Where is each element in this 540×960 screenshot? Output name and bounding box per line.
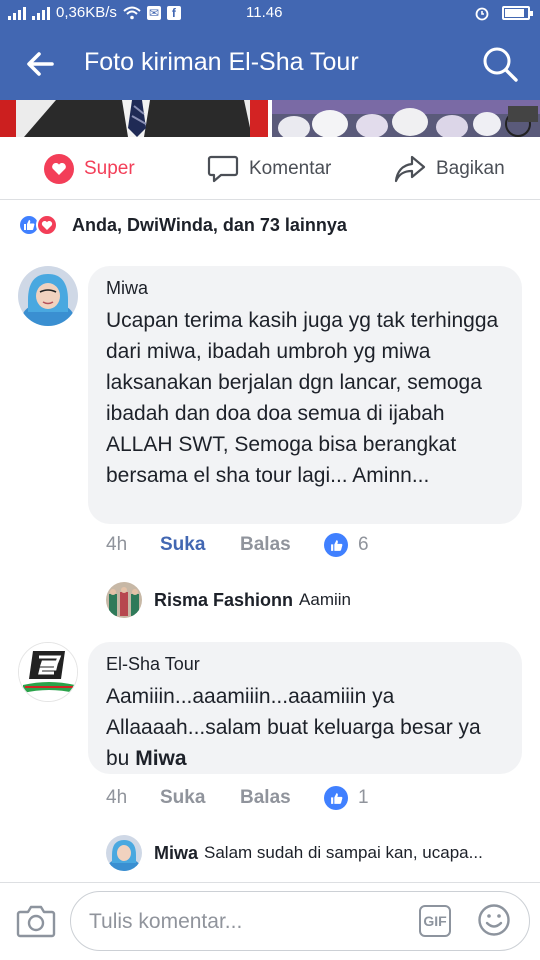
comment-text: Aamiiin...aaamiiin...aaamiiin ya Allaaaa…	[106, 681, 504, 774]
love-reaction-icon	[36, 214, 58, 236]
comment-button[interactable]: Komentar	[207, 154, 331, 184]
comment-bubble[interactable]: El-Sha Tour Aamiiin...aaamiiin...aaamiii…	[88, 642, 522, 774]
app-bar: Foto kiriman El-Sha Tour	[0, 28, 540, 100]
reply-link[interactable]: Balas	[240, 534, 324, 556]
photo-right[interactable]	[272, 100, 540, 137]
signal-icon	[8, 6, 26, 20]
facebook-notification-icon: f	[166, 5, 181, 20]
share-label: Bagikan	[436, 158, 505, 179]
heart-icon	[44, 154, 74, 184]
comment-bubble-icon	[207, 155, 239, 183]
like-icon	[324, 533, 348, 557]
reply-link[interactable]: Balas	[240, 787, 324, 809]
like-count[interactable]: 1	[324, 786, 369, 810]
comment-meta: 4h Suka Balas 1	[106, 786, 369, 810]
avatar[interactable]	[18, 266, 78, 326]
reply-author[interactable]: Miwa	[154, 843, 198, 864]
avatar[interactable]	[106, 582, 142, 618]
reactions-text: Anda, DwiWinda, dan 73 lainnya	[72, 214, 347, 235]
arrow-left-icon[interactable]	[22, 46, 58, 82]
comment-author[interactable]: El-Sha Tour	[106, 654, 504, 675]
comment-time: 4h	[106, 787, 128, 808]
comment-bubble[interactable]: Miwa Ucapan terima kasih juga yg tak ter…	[88, 266, 522, 524]
reply-preview[interactable]: Risma Fashionn Aamiin	[106, 582, 351, 618]
reactions-summary[interactable]: Anda, DwiWinda, dan 73 lainnya	[18, 214, 347, 236]
status-bar: 0,36KB/s ✉ f 11.46	[0, 0, 540, 28]
post-actions: Super Komentar Bagikan	[0, 138, 540, 200]
status-right	[474, 5, 533, 21]
comment-input[interactable]: Tulis komentar... GIF	[70, 891, 530, 951]
avatar[interactable]	[18, 642, 78, 702]
emoji-icon[interactable]	[477, 903, 511, 937]
like-icon	[324, 786, 348, 810]
page-title: Foto kiriman El-Sha Tour	[84, 48, 359, 76]
like-count[interactable]: 6	[324, 533, 369, 557]
comment-author[interactable]: Miwa	[106, 278, 504, 299]
reply-preview[interactable]: Miwa Salam sudah di sampai kan, ucapa...	[106, 835, 483, 871]
comment-label: Komentar	[249, 158, 332, 179]
comment-input-placeholder: Tulis komentar...	[89, 910, 243, 933]
battery-level	[505, 9, 524, 17]
like-link[interactable]: Suka	[160, 534, 240, 556]
share-arrow-icon	[394, 155, 426, 183]
status-left: 0,36KB/s ✉ f	[8, 4, 181, 21]
reply-text: Salam sudah di sampai kan, ucapa...	[204, 843, 483, 862]
messenger-notification-icon: ✉	[146, 5, 161, 20]
network-speed: 0,36KB/s	[56, 4, 117, 21]
battery-icon	[502, 6, 533, 20]
share-button[interactable]: Bagikan	[394, 154, 505, 184]
signal-2-icon	[32, 6, 50, 20]
reply-author[interactable]: Risma Fashionn	[154, 590, 293, 611]
photo-strip[interactable]	[0, 100, 540, 137]
clock: 11.46	[246, 4, 283, 21]
camera-icon[interactable]	[16, 903, 56, 939]
comment-text: Ucapan terima kasih juga yg tak terhingg…	[106, 309, 499, 487]
reply-text: Aamiin	[299, 590, 351, 609]
comment-meta: 4h Suka Balas 6	[106, 533, 369, 557]
mention-link[interactable]: Miwa	[135, 747, 186, 770]
super-label: Super	[84, 158, 135, 179]
alarm-icon	[475, 7, 489, 21]
like-link[interactable]: Suka	[160, 787, 240, 809]
comment-time: 4h	[106, 534, 128, 555]
avatar[interactable]	[106, 835, 142, 871]
gif-button[interactable]: GIF	[419, 905, 451, 937]
wifi-icon	[123, 6, 141, 19]
photo-left[interactable]	[0, 100, 268, 137]
like-count-value: 1	[358, 787, 369, 808]
super-reaction-button[interactable]: Super	[44, 154, 135, 184]
like-count-value: 6	[358, 534, 369, 555]
search-icon[interactable]	[480, 44, 520, 84]
comment-composer: Tulis komentar... GIF	[0, 882, 540, 960]
